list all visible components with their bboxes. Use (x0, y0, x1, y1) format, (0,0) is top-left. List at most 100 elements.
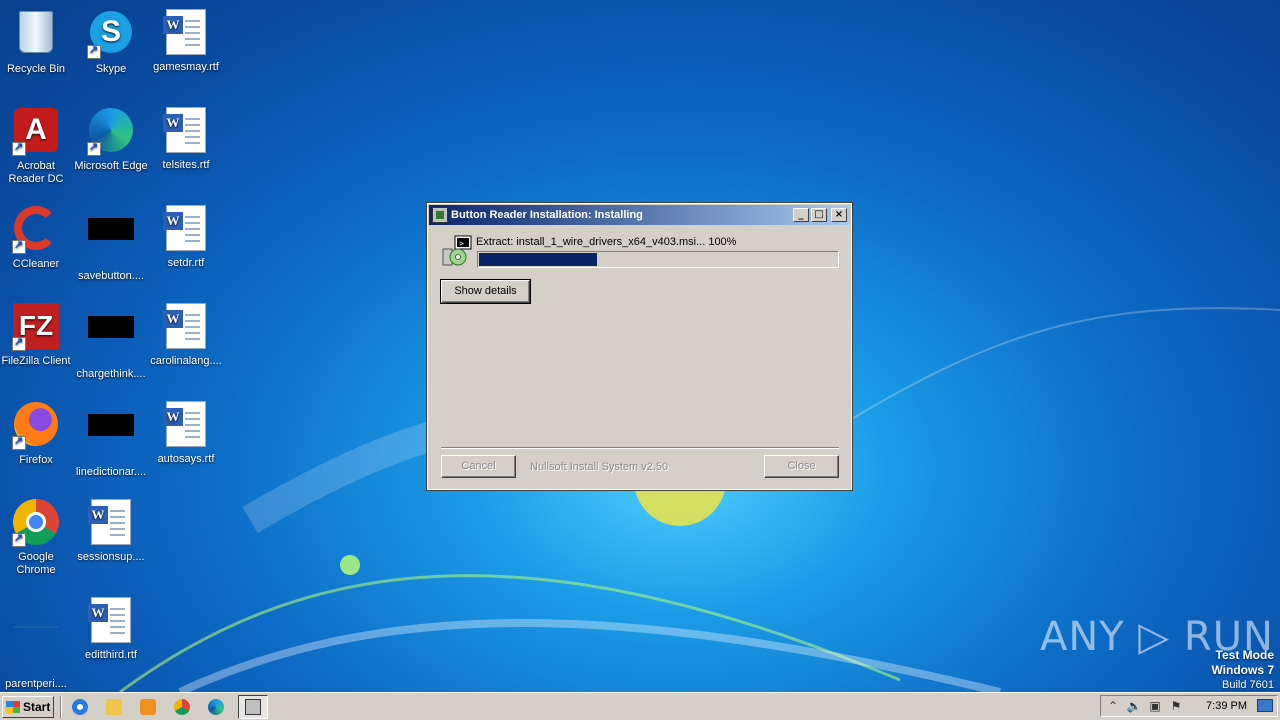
volume-icon[interactable]: 🔈 (1125, 697, 1143, 715)
quicklaunch-explorer[interactable] (102, 695, 126, 719)
desktop-icon-label: carolinalang.... (150, 355, 222, 367)
close-icon[interactable]: × (831, 208, 847, 222)
desktop-icon-edge[interactable]: Microsoft Edge (71, 106, 151, 173)
quicklaunch-ie[interactable] (68, 695, 92, 719)
word-document-icon: W (163, 303, 206, 349)
chevron-up-icon[interactable]: ⌃ (1104, 697, 1122, 715)
desktop-icon-label: Skype (95, 63, 127, 75)
desktop-icon-carolinalang[interactable]: W carolinalang.... (146, 302, 226, 368)
desktop-icon-label: Google Chrome (16, 551, 56, 576)
desktop-icon-label: Recycle Bin (6, 63, 66, 75)
desktop-icon-sessionsup[interactable]: W sessionsup.... (71, 498, 151, 564)
minimize-button[interactable]: _ (793, 208, 809, 222)
executable-icon (88, 218, 134, 240)
desktop-icon-linedictionar[interactable]: linedictionar.... (71, 400, 151, 479)
desktop-icon-autosays[interactable]: W autosays.rtf (146, 400, 226, 466)
shortcut-arrow-icon (87, 43, 101, 59)
action-center-flag-icon[interactable]: ⚑ (1167, 697, 1185, 715)
desktop-icon-ccleaner[interactable]: CCleaner (0, 204, 76, 271)
desktop-icon-label: setdr.rtf (167, 257, 205, 269)
system-tray: ⌃ 🔈 ▣ ⚑ 7:39 PM (1100, 695, 1278, 717)
test-mode-notice: Test Mode Windows 7 Build 7601 (1211, 648, 1274, 692)
desktop-icon-label: linedictionar.... (75, 466, 147, 478)
window-titlebar[interactable]: Button Reader Installation: Installing _… (429, 205, 850, 225)
desktop-icon-label: gamesmay.rtf (153, 61, 219, 73)
windows-logo-icon (6, 700, 20, 713)
shortcut-arrow-icon (12, 140, 26, 156)
desktop-icon-chargethink[interactable]: chargethink.... (71, 302, 151, 381)
desktop-icon-label: FileZilla Client (1, 355, 71, 367)
window-title: Button Reader Installation: Installing (451, 209, 643, 221)
desktop-icon-savebutton[interactable]: savebutton.... (71, 204, 151, 283)
file-icon (14, 626, 58, 628)
separator (441, 447, 839, 449)
desktop-icon-label: parentperi.... (5, 678, 67, 690)
shortcut-arrow-icon (12, 238, 26, 254)
word-document-icon: W (163, 9, 206, 55)
taskbar-installer-app[interactable] (238, 694, 268, 719)
media-player-icon (140, 698, 156, 715)
desktop-icon-filezilla[interactable]: FZ FileZilla Client (0, 302, 76, 368)
show-details-button[interactable]: Show details (440, 279, 531, 304)
desktop-icon-acrobat[interactable]: A Acrobat Reader DC (0, 106, 76, 186)
clock[interactable]: 7:39 PM (1206, 700, 1247, 712)
quicklaunch-chrome[interactable] (170, 695, 194, 719)
install-disk-icon: > (442, 235, 472, 266)
os-label: Windows 7 (1211, 663, 1274, 677)
nsis-branding: Nullsoft Install System v2.50 (530, 461, 669, 473)
desktop-icon-label: Microsoft Edge (74, 160, 148, 172)
internet-explorer-icon (72, 698, 88, 715)
desktop-icon-label: chargethink.... (76, 368, 146, 380)
installer-app-icon (432, 207, 448, 223)
taskbar: Start ⌃ 🔈 ▣ ⚑ 7:39 PM (0, 692, 1280, 720)
edge-icon (208, 698, 224, 715)
start-label: Start (23, 699, 51, 714)
executable-icon (88, 414, 134, 436)
desktop-icon-parentperi[interactable]: parentperi.... (0, 596, 76, 691)
word-document-icon: W (163, 401, 206, 447)
shortcut-arrow-icon (87, 140, 101, 156)
show-desktop-icon[interactable] (1257, 699, 1273, 712)
svg-text:>: > (459, 239, 464, 248)
network-icon[interactable]: ▣ (1146, 697, 1164, 715)
desktop-icon-label: autosays.rtf (157, 453, 215, 465)
shortcut-arrow-icon (12, 335, 26, 351)
quicklaunch-edge[interactable] (204, 695, 228, 719)
desktop-icon-skype[interactable]: S Skype (71, 8, 151, 76)
desktop-icon-label: savebutton.... (77, 270, 145, 282)
shortcut-arrow-icon (12, 434, 26, 450)
desktop-icon-setdr[interactable]: W setdr.rtf (146, 204, 226, 270)
recycle-bin-icon (19, 11, 53, 53)
progress-fill (479, 253, 598, 266)
desktop-icon-label: sessionsup.... (77, 551, 145, 563)
word-document-icon: W (163, 107, 206, 153)
executable-icon (88, 316, 134, 338)
maximize-button[interactable]: □ (811, 208, 827, 222)
installer-app-icon (245, 698, 261, 715)
word-document-icon: W (88, 597, 131, 643)
desktop-icon-chrome[interactable]: Google Chrome (0, 498, 76, 577)
desktop-icon-label: telsites.rtf (162, 159, 210, 171)
build-label: Build 7601 (1222, 679, 1274, 691)
desktop-icon-label: Firefox (19, 454, 53, 466)
folder-icon (106, 698, 122, 715)
installer-window: Button Reader Installation: Installing _… (426, 202, 853, 491)
shortcut-arrow-icon (12, 531, 26, 547)
taskbar-separator (60, 695, 62, 718)
start-button[interactable]: Start (2, 695, 54, 718)
desktop-icon-label: Acrobat Reader DC (8, 160, 64, 185)
desktop-icon-label: CCleaner (12, 258, 60, 270)
cancel-button[interactable]: Cancel (441, 455, 516, 478)
quicklaunch-media-player[interactable] (136, 695, 160, 719)
desktop-icon-gamesmay[interactable]: W gamesmay.rtf (146, 8, 226, 74)
desktop-icon-telsites[interactable]: W telsites.rtf (146, 106, 226, 172)
chrome-icon (174, 698, 190, 715)
install-status-text: Extract: install_1_wire_drivers_x64_v403… (476, 236, 737, 248)
desktop-icon-recycle-bin[interactable]: Recycle Bin (0, 8, 76, 76)
installer-close-button[interactable]: Close (764, 455, 839, 478)
word-document-icon: W (88, 499, 131, 545)
word-document-icon: W (163, 205, 206, 251)
desktop-icon-firefox[interactable]: Firefox (0, 400, 76, 467)
desktop-icon-editthird[interactable]: W editthird.rtf (71, 596, 151, 662)
test-mode-label: Test Mode (1215, 648, 1274, 662)
